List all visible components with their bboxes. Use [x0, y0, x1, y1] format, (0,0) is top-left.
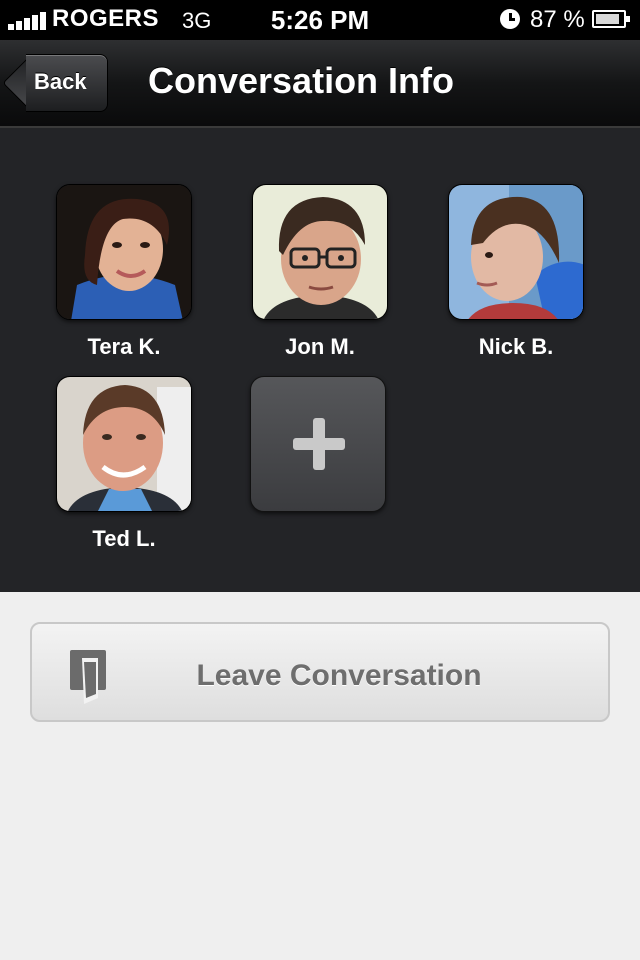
participant-nick[interactable]: Nick B.	[448, 184, 584, 360]
participant-tera[interactable]: Tera K.	[56, 184, 192, 360]
add-participant-button[interactable]	[250, 376, 386, 512]
participant-ted[interactable]: Ted L.	[56, 376, 192, 552]
status-bar: ROGERS 3G 5:26 PM 87 %	[0, 0, 640, 40]
avatar	[56, 184, 192, 320]
leave-conversation-button[interactable]: Leave Conversation	[30, 622, 610, 722]
avatar	[252, 184, 388, 320]
avatar	[448, 184, 584, 320]
participant-name: Nick B.	[478, 334, 554, 359]
participant-name: Tera K.	[87, 334, 161, 359]
back-button[interactable]: Back	[2, 53, 108, 113]
page-title: Conversation Info	[148, 60, 455, 101]
back-button-label: Back	[34, 69, 87, 94]
participant-jon[interactable]: Jon M.	[252, 184, 388, 360]
alarm-clock-icon	[500, 9, 520, 29]
participant-name: Jon M.	[285, 334, 355, 359]
leave-conversation-label: Leave Conversation	[196, 659, 482, 692]
participants-grid: Tera K. Jon M. Nick B. Ted L.	[0, 128, 640, 592]
battery-charging-icon	[592, 10, 630, 28]
battery-percent: 87 %	[530, 6, 585, 33]
participant-name: Ted L.	[92, 526, 156, 551]
avatar	[56, 376, 192, 512]
navigation-bar: Back Conversation Info	[0, 40, 640, 128]
